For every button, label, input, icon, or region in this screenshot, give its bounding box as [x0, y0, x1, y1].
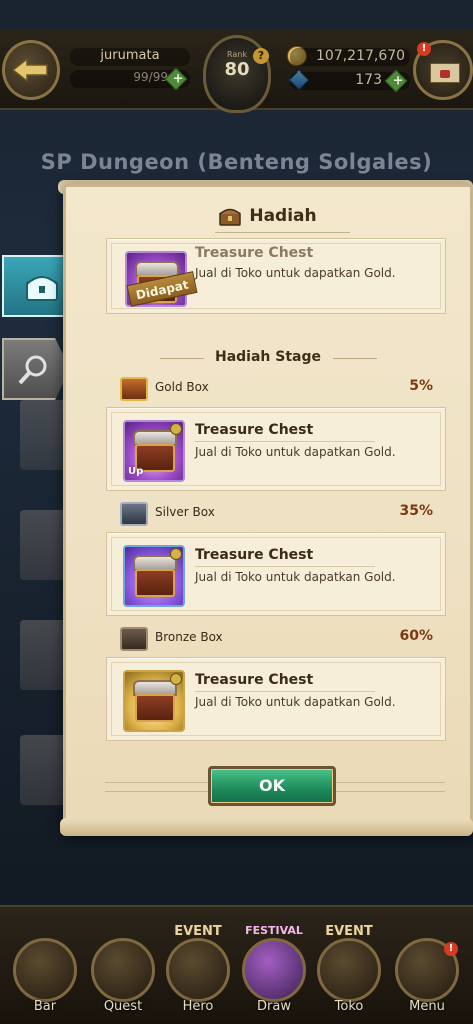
quest-scroll-icon — [91, 938, 155, 1002]
nav-hero[interactable]: EVENT Hero — [161, 924, 235, 1020]
nav-bar[interactable]: Bar — [8, 938, 82, 1020]
help-icon[interactable]: ? — [253, 48, 269, 64]
section-divider-right — [333, 358, 377, 359]
box-label: Bronze Box — [155, 630, 223, 644]
mail-envelope-icon — [430, 63, 460, 83]
bronze-box-reward-card[interactable]: Treasure Chest Jual di Toko untuk dapatk… — [106, 657, 446, 741]
stage-rewards-title: Hadiah Stage — [214, 349, 321, 365]
nav-label: Hero — [182, 999, 214, 1014]
draw-crystal-icon — [242, 938, 306, 1002]
chest-body — [135, 569, 175, 597]
back-arrow-icon — [11, 57, 48, 83]
gem-badge-icon — [170, 673, 182, 685]
first-reward-desc: Jual di Toko untuk dapatkan Gold. — [195, 266, 396, 280]
rank-badge[interactable]: Rank 80 — [203, 35, 271, 113]
title-divider — [215, 232, 350, 233]
reward-name-divider — [195, 691, 375, 692]
silver-box-icon — [120, 502, 148, 526]
nav-label: Menu — [409, 999, 445, 1014]
reward-name: Treasure Chest — [195, 422, 314, 438]
shop-icon — [317, 938, 381, 1002]
bar-icon — [13, 938, 77, 1002]
nav-draw[interactable]: FESTIVAL Draw — [237, 924, 311, 1020]
reward-name-divider — [195, 566, 375, 567]
first-reward-card[interactable]: Treasure Chest Jual di Toko untuk dapatk… — [106, 238, 446, 314]
box-label: Gold Box — [155, 380, 209, 394]
nav-menu[interactable]: ! Menu — [390, 938, 464, 1020]
first-reward-name: Treasure Chest — [195, 245, 314, 261]
chest-body — [135, 694, 175, 722]
gold-box-row: Gold Box 5% — [120, 377, 435, 403]
reward-name: Treasure Chest — [195, 672, 314, 688]
drop-rate: 5% — [409, 378, 433, 394]
event-tag: EVENT — [174, 924, 222, 939]
up-tag: Up — [128, 466, 144, 477]
tab-search[interactable] — [2, 338, 70, 400]
reward-desc: Jual di Toko untuk dapatkan Gold. — [195, 570, 396, 584]
reward-desc: Jual di Toko untuk dapatkan Gold. — [195, 445, 396, 459]
nav-label: Toko — [334, 999, 364, 1014]
dungeon-title: SP Dungeon (Benteng Solgales) — [40, 150, 433, 174]
event-tag: EVENT — [325, 924, 373, 939]
treasure-chest-thumbnail — [123, 545, 185, 607]
reward-desc: Jual di Toko untuk dapatkan Gold. — [195, 695, 396, 709]
nav-label: Quest — [103, 999, 143, 1014]
drop-rate: 35% — [399, 503, 433, 519]
dialog-title: Hadiah — [249, 206, 317, 226]
silver-box-row: Silver Box 35% — [120, 502, 435, 528]
reward-name: Treasure Chest — [195, 547, 314, 563]
gold-box-reward-card[interactable]: Up Treasure Chest Jual di Toko untuk dap… — [106, 407, 446, 491]
nav-toko[interactable]: EVENT Toko — [312, 924, 386, 1020]
box-label: Silver Box — [155, 505, 215, 519]
silver-box-reward-card[interactable]: Treasure Chest Jual di Toko untuk dapatk… — [106, 532, 446, 616]
back-button[interactable] — [2, 40, 60, 100]
drop-rate: 60% — [399, 628, 433, 644]
dialog-bottom-edge — [60, 818, 473, 836]
gold-box-icon — [120, 377, 148, 401]
bronze-box-icon — [120, 627, 148, 651]
treasure-chest-icon — [26, 276, 58, 301]
nav-label: Draw — [257, 999, 291, 1014]
mail-alert-badge: ! — [417, 42, 431, 56]
gem-badge-icon — [170, 548, 182, 560]
menu-alert-badge: ! — [444, 942, 458, 956]
reward-name-divider — [195, 441, 375, 442]
treasure-chest-thumbnail: Up — [123, 420, 185, 482]
chest-title-icon — [219, 208, 242, 226]
magnifier-icon — [18, 355, 47, 385]
gem-badge-icon — [170, 423, 182, 435]
treasure-chest-thumbnail — [123, 670, 185, 732]
player-name: jurumata — [70, 48, 190, 66]
festival-tag: FESTIVAL — [245, 924, 303, 937]
dialog-header: Hadiah — [63, 200, 473, 232]
hero-helmet-icon — [166, 938, 230, 1002]
bronze-box-row: Bronze Box 60% — [120, 627, 435, 653]
gold-counter: 107,217,670 — [290, 48, 410, 66]
nav-quest[interactable]: Quest — [86, 938, 160, 1020]
ok-button[interactable]: OK — [208, 766, 336, 806]
nav-label: Bar — [33, 999, 57, 1014]
